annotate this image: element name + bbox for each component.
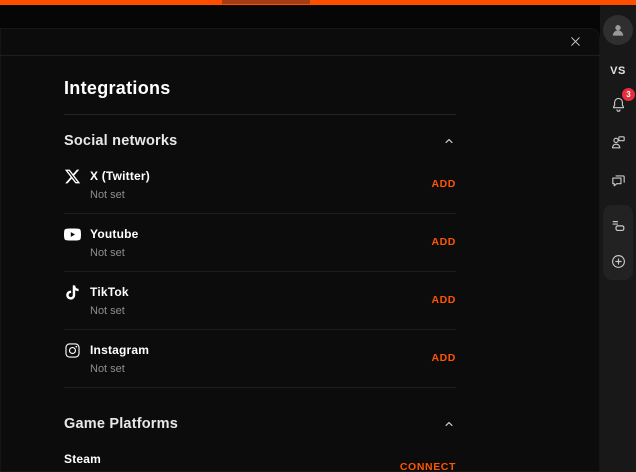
friends-button[interactable] xyxy=(607,131,629,153)
add-circle-icon xyxy=(610,253,627,270)
sections-container: Social networksX (Twitter)Not setADDYout… xyxy=(64,133,456,472)
integration-status: Not set xyxy=(90,363,149,375)
integration-status: Not set xyxy=(90,305,129,317)
close-icon xyxy=(569,35,582,48)
integration-row: SteamNot connected CONNECT xyxy=(64,439,456,472)
integration-name: Steam xyxy=(64,452,135,466)
section-header: Game Platforms xyxy=(64,416,456,432)
add-button[interactable]: ADD xyxy=(431,178,456,190)
section-header: Social networks xyxy=(64,133,456,149)
matchmaking-button[interactable] xyxy=(607,214,629,236)
connect-button[interactable]: CONNECT xyxy=(400,461,456,472)
user-icon xyxy=(609,21,627,39)
integration-row: X (Twitter) Not set ADD xyxy=(64,156,456,214)
matchmaking-widget xyxy=(603,205,633,280)
chevron-up-icon[interactable] xyxy=(442,134,456,148)
chevron-up-icon[interactable] xyxy=(442,417,456,431)
matchmaking-icon xyxy=(610,217,627,234)
integration-info: SteamNot connected xyxy=(64,452,135,472)
x-twitter-icon xyxy=(64,168,81,185)
add-button[interactable]: ADD xyxy=(431,294,456,306)
close-button[interactable] xyxy=(566,33,584,51)
integration-row: TikTok Not set ADD xyxy=(64,272,456,330)
integration-name: Instagram xyxy=(90,343,149,357)
integration-row: Instagram Not set ADD xyxy=(64,330,456,388)
integration-info: Instagram Not set xyxy=(64,343,149,375)
integration-status: Not set xyxy=(90,247,139,259)
topbar-progress-segment xyxy=(222,0,310,4)
add-button[interactable]: ADD xyxy=(431,236,456,248)
page-title: Integrations xyxy=(64,78,456,99)
section-rows: SteamNot connected CONNECT xyxy=(64,439,456,472)
modal-content: Integrations Social networks X (Twitter) N… xyxy=(0,56,600,472)
friends-icon xyxy=(610,134,627,151)
section-rows: X (Twitter)Not setADDYoutubeNot setADDTi… xyxy=(64,156,456,388)
notifications-button[interactable]: 3 xyxy=(607,93,629,115)
integration-info: Youtube Not set xyxy=(64,227,139,259)
integration-row: Youtube Not set ADD xyxy=(64,214,456,272)
section-title: Social networks xyxy=(64,133,177,149)
title-divider xyxy=(64,114,456,115)
right-rail: VS 3 xyxy=(600,5,636,472)
vs-button[interactable]: VS xyxy=(610,65,626,77)
add-button[interactable]: ADD xyxy=(431,352,456,364)
integration-info: TikTok Not set xyxy=(64,285,129,317)
youtube-icon xyxy=(64,226,81,243)
chats-button[interactable] xyxy=(607,169,629,191)
integration-name: TikTok xyxy=(90,285,129,299)
modal-header xyxy=(0,28,600,56)
section-title: Game Platforms xyxy=(64,416,178,432)
integration-name: Youtube xyxy=(90,227,139,241)
create-button[interactable] xyxy=(607,250,629,272)
notification-badge: 3 xyxy=(622,88,635,101)
avatar[interactable] xyxy=(603,15,633,45)
integrations-modal: Integrations Social networks X (Twitter) N… xyxy=(0,28,600,472)
top-accent-bar xyxy=(0,0,636,5)
instagram-icon xyxy=(64,342,81,359)
integration-status: Not set xyxy=(90,189,150,201)
integration-name: X (Twitter) xyxy=(90,169,150,183)
tiktok-icon xyxy=(64,284,81,301)
integration-info: X (Twitter) Not set xyxy=(64,169,150,201)
chat-icon xyxy=(610,172,627,189)
